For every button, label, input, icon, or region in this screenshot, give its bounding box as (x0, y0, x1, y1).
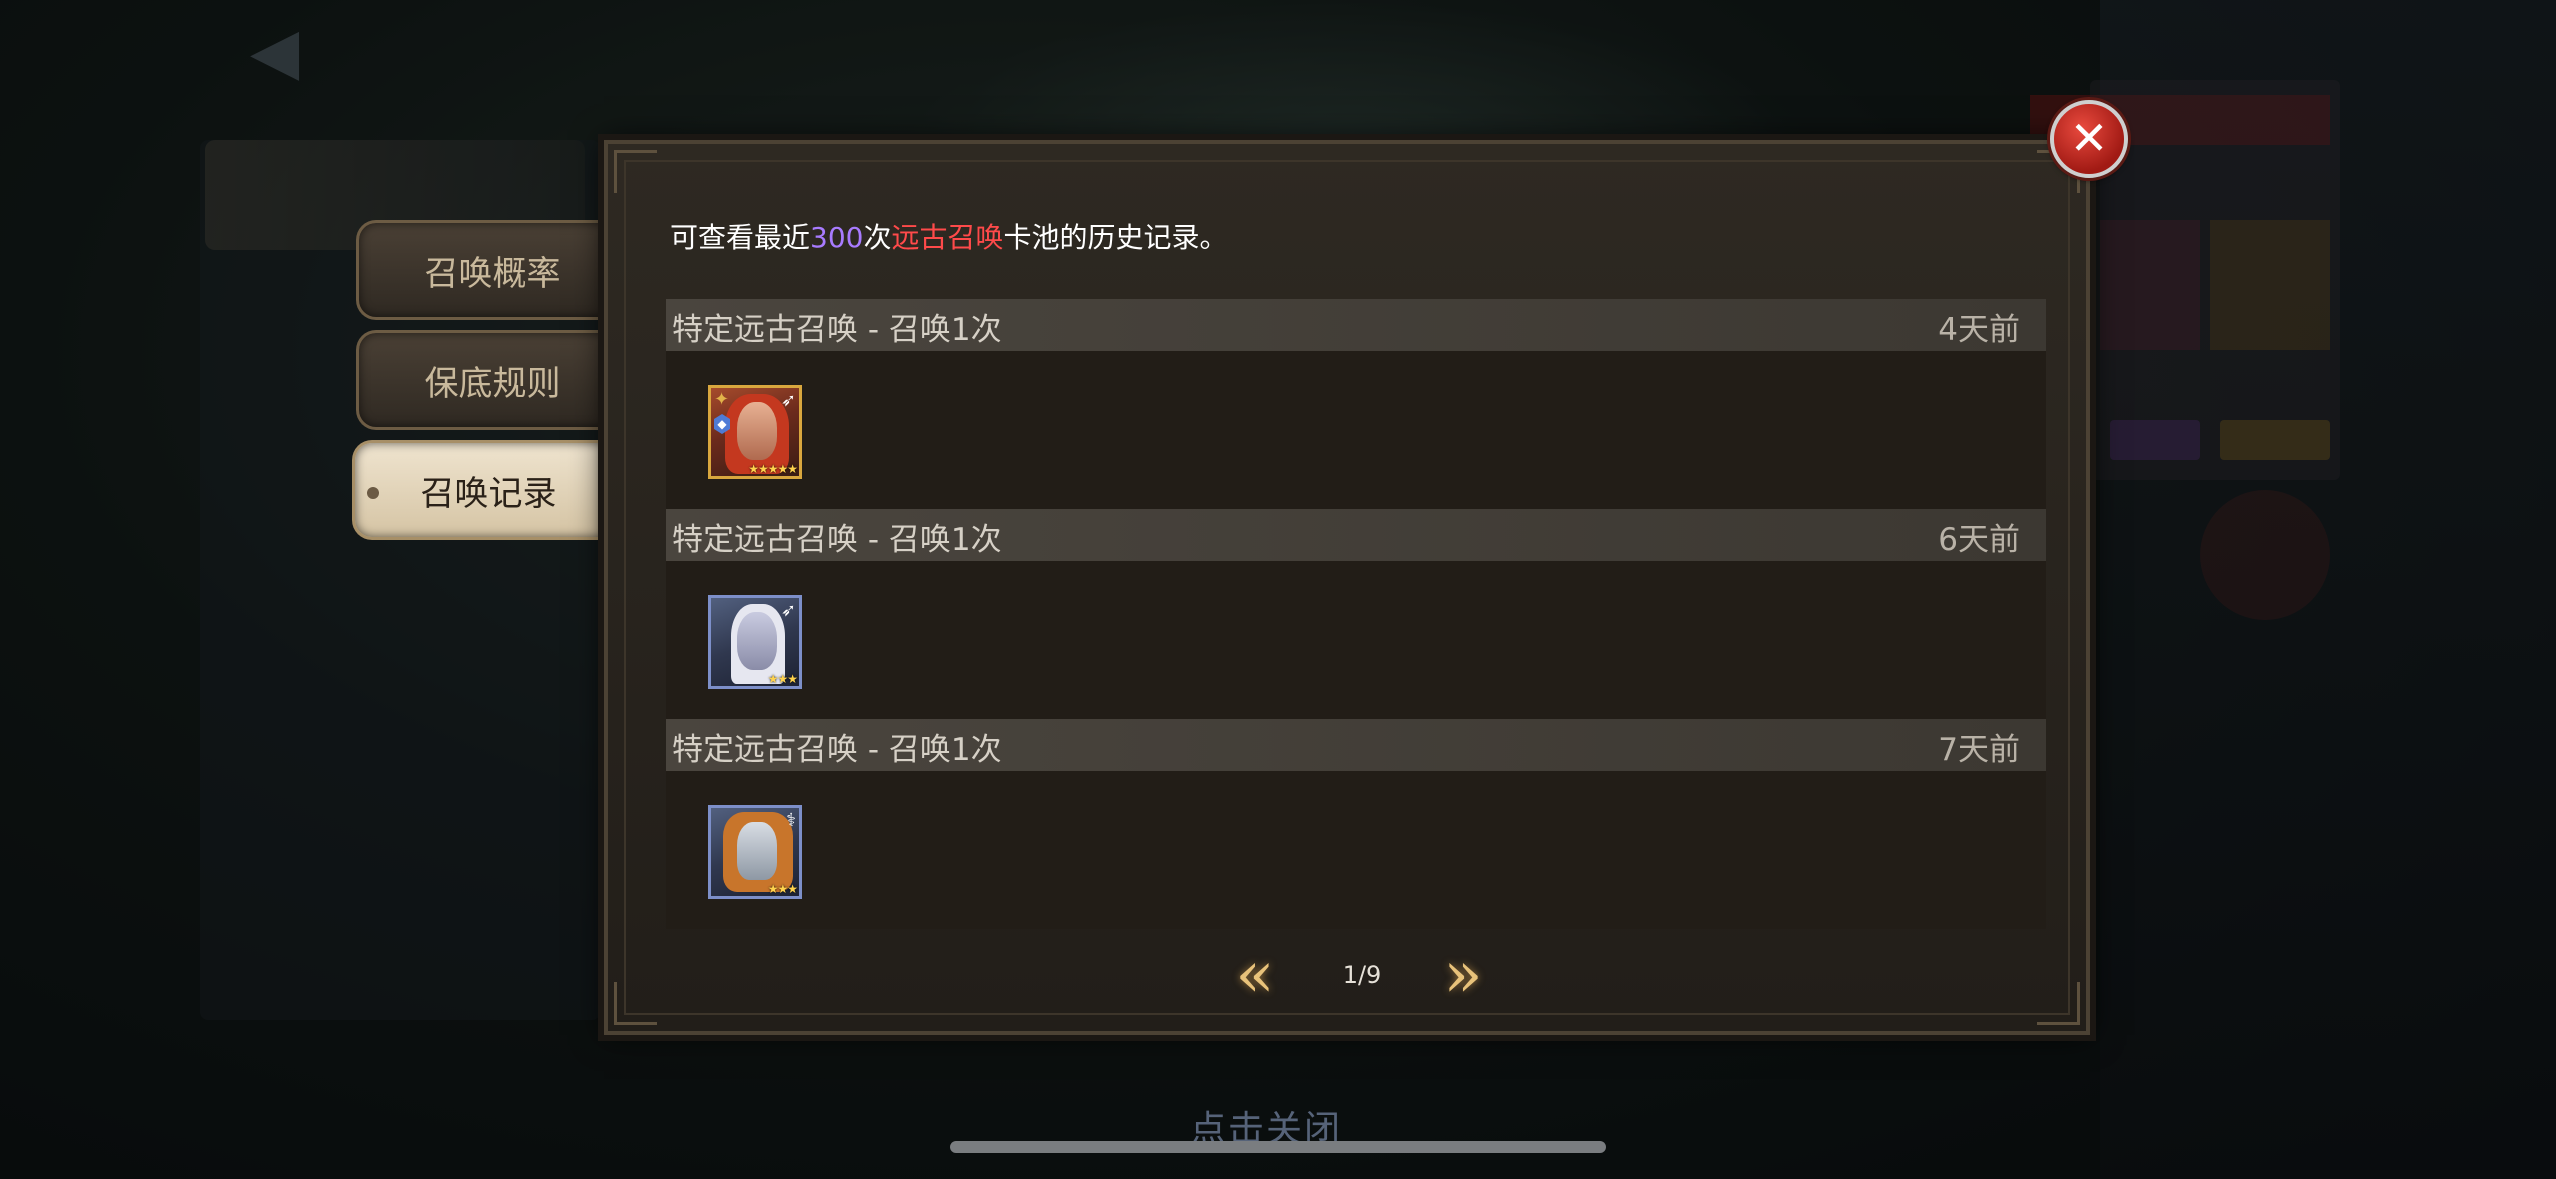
record-body: ✦ ◆ ➶ ★★★★★ (666, 351, 2046, 509)
summon-history-dialog: 可查看最近300次远古召唤卡池的历史记录。 特定远古召唤 - 召唤1次 4天前 … (604, 140, 2090, 1035)
record-list[interactable]: 特定远古召唤 - 召唤1次 4天前 ✦ ◆ ➶ ★★★★★ 特定远古召唤 - 召… (666, 299, 2046, 929)
record-header: 特定远古召唤 - 召唤1次 7天前 (666, 719, 2046, 771)
pagination: « 1/9 » (608, 943, 2086, 1014)
tab-label: 召唤概率 (424, 253, 561, 294)
tab-pity-rules[interactable]: 保底规则 (356, 330, 606, 430)
record-item: 特定远古召唤 - 召唤1次 6天前 ➶ ★★★ (666, 509, 2046, 719)
hero-stars: ★★★★★ (748, 462, 798, 476)
tab-summon-rates[interactable]: 召唤概率 (356, 220, 606, 320)
close-icon: ✕ (2069, 111, 2109, 165)
notice-prefix: 可查看最近 (670, 221, 811, 254)
record-title: 特定远古召唤 - 召唤1次 (672, 522, 1002, 558)
tab-summon-history[interactable]: 召唤记录 (352, 440, 602, 540)
record-header: 特定远古召唤 - 召唤1次 4天前 (666, 299, 2046, 351)
notice-count: 300 (810, 221, 864, 254)
hero-card[interactable]: ⚕ ★★★ (708, 805, 802, 899)
history-notice: 可查看最近300次远古召唤卡池的历史记录。 (670, 216, 1228, 256)
bow-icon: ➶ (780, 390, 796, 411)
record-body: ⚕ ★★★ (666, 771, 2046, 929)
notice-pool-name: 远古召唤 (891, 221, 1004, 254)
home-indicator[interactable] (950, 1141, 1606, 1153)
faction-emblem-icon: ✦ (714, 389, 730, 410)
page-indicator: 1/9 (1342, 961, 1382, 989)
bow-icon: ➶ (780, 600, 796, 621)
hero-face (737, 402, 777, 460)
record-time: 4天前 (1938, 312, 2020, 348)
record-time: 6天前 (1938, 522, 2020, 558)
record-header: 特定远古召唤 - 召唤1次 6天前 (666, 509, 2046, 561)
double-chevron-left-icon[interactable]: « (1220, 943, 1290, 1014)
hero-face (737, 822, 777, 880)
hero-card[interactable]: ➶ ★★★ (708, 595, 802, 689)
notice-mid: 次 (863, 221, 892, 254)
record-time: 7天前 (1938, 732, 2020, 768)
corner-ornament (614, 150, 657, 193)
tab-label: 召唤记录 (420, 473, 557, 514)
close-button[interactable]: ✕ (2050, 100, 2128, 178)
staff-icon: ⚕ (786, 810, 796, 831)
record-item: 特定远古召唤 - 召唤1次 4天前 ✦ ◆ ➶ ★★★★★ (666, 299, 2046, 509)
double-chevron-right-icon[interactable]: » (1428, 943, 1498, 1014)
notice-suffix: 卡池的历史记录。 (1003, 221, 1228, 254)
record-item: 特定远古召唤 - 召唤1次 7天前 ⚕ ★★★ (666, 719, 2046, 929)
hero-face (737, 612, 777, 670)
hero-stars: ★★★ (767, 672, 798, 686)
record-title: 特定远古召唤 - 召唤1次 (672, 312, 1002, 348)
tab-indicator-dot (367, 487, 379, 499)
hero-card[interactable]: ✦ ◆ ➶ ★★★★★ (708, 385, 802, 479)
hero-stars: ★★★ (767, 882, 798, 896)
record-body: ➶ ★★★ (666, 561, 2046, 719)
tab-label: 保底规则 (424, 363, 561, 404)
record-title: 特定远古召唤 - 召唤1次 (672, 732, 1002, 768)
